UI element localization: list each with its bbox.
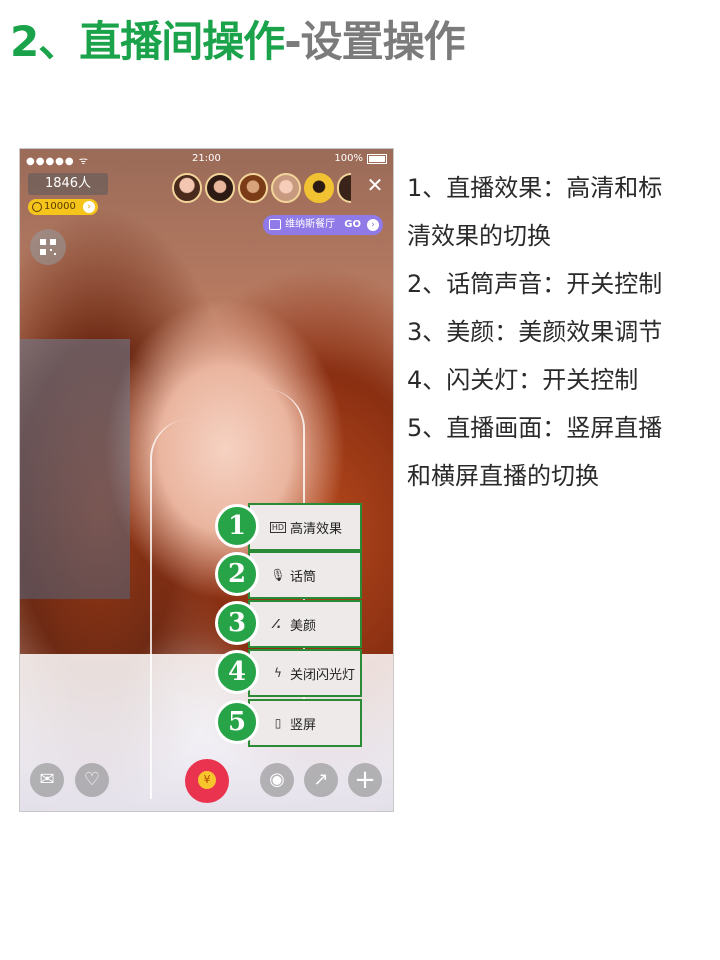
menu-item-label: 美颜 xyxy=(290,618,317,634)
live-room-screenshot: ●●●●● ᯤ 21:00 100% 1846人 10000 › ✕ 维纳斯餐厅… xyxy=(19,148,394,812)
flash-off-icon: ϟ xyxy=(274,666,282,680)
heart-icon: ♡ xyxy=(83,769,101,790)
step-badge-4: 4 xyxy=(215,650,259,694)
avatar[interactable] xyxy=(172,173,202,203)
venue-label: 维纳斯餐厅 xyxy=(285,219,336,230)
menu-item-label: 高清效果 xyxy=(290,521,343,537)
coin-balance-button[interactable]: 10000 › xyxy=(28,199,98,215)
status-bar: ●●●●● ᯤ 21:00 100% xyxy=(20,149,393,169)
avatar[interactable] xyxy=(337,173,351,203)
audience-avatars xyxy=(172,173,351,205)
portrait-screen-icon: ▯ xyxy=(274,716,282,730)
plus-icon: + xyxy=(354,765,376,795)
step-badge-5: 5 xyxy=(215,700,259,744)
page-title-main: 2、直播间操作 xyxy=(10,16,285,66)
gift-button[interactable]: ¥ xyxy=(185,759,229,803)
description-line: 2、话筒声音：开关控制 xyxy=(407,270,663,298)
yen-coin-icon: ¥ xyxy=(198,771,216,789)
avatar[interactable] xyxy=(271,173,301,203)
settings-description: 1、直播效果：高清和标 清效果的切换 2、话筒声音：开关控制 3、美颜：美颜效果… xyxy=(407,164,712,500)
description-line: 4、闪关灯：开关控制 xyxy=(407,366,639,394)
menu-item-beauty[interactable]: ⁄. 美颜 xyxy=(248,600,362,648)
page-title-sub: -设置操作 xyxy=(284,16,465,66)
qr-code-icon xyxy=(40,239,56,255)
menu-item-label: 竖屏 xyxy=(290,717,317,733)
more-button[interactable]: + xyxy=(348,763,382,797)
camera-button[interactable]: ◉ xyxy=(260,763,294,797)
hd-icon: HD xyxy=(270,521,286,533)
coin-icon xyxy=(32,202,42,212)
avatar[interactable] xyxy=(205,173,235,203)
background-window xyxy=(20,339,130,599)
earphone-wire-left xyxy=(150,419,210,799)
battery-icon xyxy=(367,154,387,164)
avatar[interactable] xyxy=(238,173,268,203)
beauty-wand-icon: ⁄. xyxy=(274,617,282,631)
camera-icon: ◉ xyxy=(269,769,285,790)
description-line: 清效果的切换 xyxy=(407,222,551,250)
description-line: 1、直播效果：高清和标 xyxy=(407,174,663,202)
qr-code-button[interactable] xyxy=(30,229,66,265)
menu-item-portrait[interactable]: ▯ 竖屏 xyxy=(248,699,362,747)
share-icon: ↗ xyxy=(313,769,329,790)
venue-tag-button[interactable]: 维纳斯餐厅 GO › xyxy=(263,215,383,235)
message-button[interactable]: ✉ xyxy=(30,763,64,797)
step-badge-2: 2 xyxy=(215,552,259,596)
signal-indicator: ●●●●● ᯤ xyxy=(26,156,89,167)
chevron-right-icon: › xyxy=(367,219,379,231)
venue-go-label: GO xyxy=(344,219,361,230)
description-line: 和横屏直播的切换 xyxy=(407,462,599,490)
menu-item-hd[interactable]: HD 高清效果 xyxy=(248,503,362,551)
avatar[interactable] xyxy=(304,173,334,203)
menu-item-label: 关闭闪光灯 xyxy=(290,667,356,683)
description-line: 3、美颜：美颜效果调节 xyxy=(407,318,663,346)
menu-item-microphone[interactable]: 🎙 话筒 xyxy=(248,551,362,599)
share-button[interactable]: ↗ xyxy=(304,763,338,797)
description-line: 5、直播画面：竖屏直播 xyxy=(407,414,663,442)
page-title: 2、直播间操作 -设置操作 xyxy=(10,8,466,68)
status-time: 21:00 xyxy=(192,153,221,164)
menu-item-flash[interactable]: ϟ 关闭闪光灯 xyxy=(248,649,362,697)
menu-item-label: 话筒 xyxy=(290,569,317,585)
battery-percent: 100% xyxy=(334,153,363,164)
microphone-icon: 🎙 xyxy=(270,568,286,582)
step-badge-1: 1 xyxy=(215,504,259,548)
step-badge-3: 3 xyxy=(215,601,259,645)
close-icon[interactable]: ✕ xyxy=(365,175,385,195)
mail-icon: ✉ xyxy=(39,769,55,790)
venue-icon xyxy=(269,219,282,230)
like-button[interactable]: ♡ xyxy=(75,763,109,797)
chevron-right-icon: › xyxy=(83,201,95,213)
viewer-count[interactable]: 1846人 xyxy=(28,173,108,195)
coin-amount: 10000 xyxy=(44,201,76,212)
